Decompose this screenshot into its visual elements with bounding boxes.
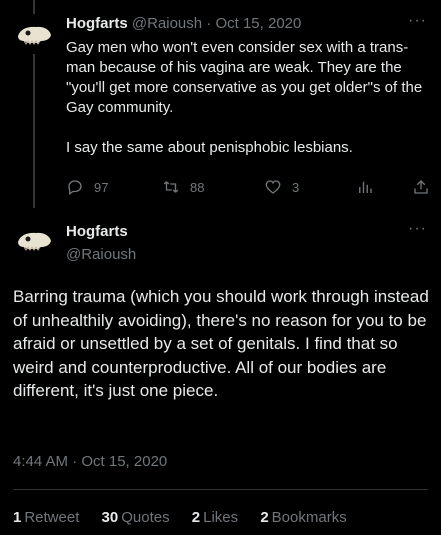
like-count: 3 xyxy=(292,179,300,195)
retweet-icon xyxy=(163,181,179,193)
skull-avatar-icon xyxy=(14,14,54,54)
heart-icon xyxy=(265,180,281,194)
avatar[interactable] xyxy=(14,14,54,54)
engagement-stats: 1 Retweet 30 Quotes 2 Likes 2 Bookmarks xyxy=(13,509,365,526)
tweet-text: Gay men who won't even consider sex with… xyxy=(66,39,423,156)
more-options-button[interactable]: ··· xyxy=(408,220,427,238)
reply-button[interactable]: 97 xyxy=(66,178,108,196)
tweet-timestamp[interactable]: 4:44 AM · Oct 15, 2020 xyxy=(13,453,167,470)
handle[interactable]: @Raioush xyxy=(132,15,202,32)
bookmarks-stat[interactable]: 2 Bookmarks xyxy=(260,509,346,526)
display-name[interactable]: Hogfarts xyxy=(66,222,128,242)
tweet-actions: 97 88 3 xyxy=(66,178,432,198)
more-options-button[interactable]: ··· xyxy=(408,12,427,30)
avatar[interactable] xyxy=(14,220,54,260)
reply-count: 97 xyxy=(94,179,109,195)
share-icon xyxy=(414,180,428,194)
separator: · xyxy=(206,15,212,32)
share-button[interactable] xyxy=(412,178,440,196)
retweets-stat[interactable]: 1 Retweet xyxy=(13,509,79,526)
tweet-text: Barring trauma (which you should work th… xyxy=(13,287,429,400)
handle[interactable]: @Raioush xyxy=(66,245,136,265)
tweet-header: Hogfarts @Raioush · Oct 15, 2020 xyxy=(66,14,301,34)
retweet-count: 88 xyxy=(190,179,205,195)
divider xyxy=(13,489,428,490)
skull-avatar-icon xyxy=(14,220,54,260)
reply-icon xyxy=(68,180,82,196)
views-button[interactable] xyxy=(356,178,384,196)
analytics-icon xyxy=(359,181,372,193)
quotes-stat[interactable]: 30 Quotes xyxy=(102,509,170,526)
like-button[interactable]: 3 xyxy=(264,178,299,196)
tweet-date[interactable]: Oct 15, 2020 xyxy=(215,15,301,32)
display-name[interactable]: Hogfarts xyxy=(66,15,128,32)
retweet-button[interactable]: 88 xyxy=(162,178,204,196)
likes-stat[interactable]: 2 Likes xyxy=(192,509,238,526)
